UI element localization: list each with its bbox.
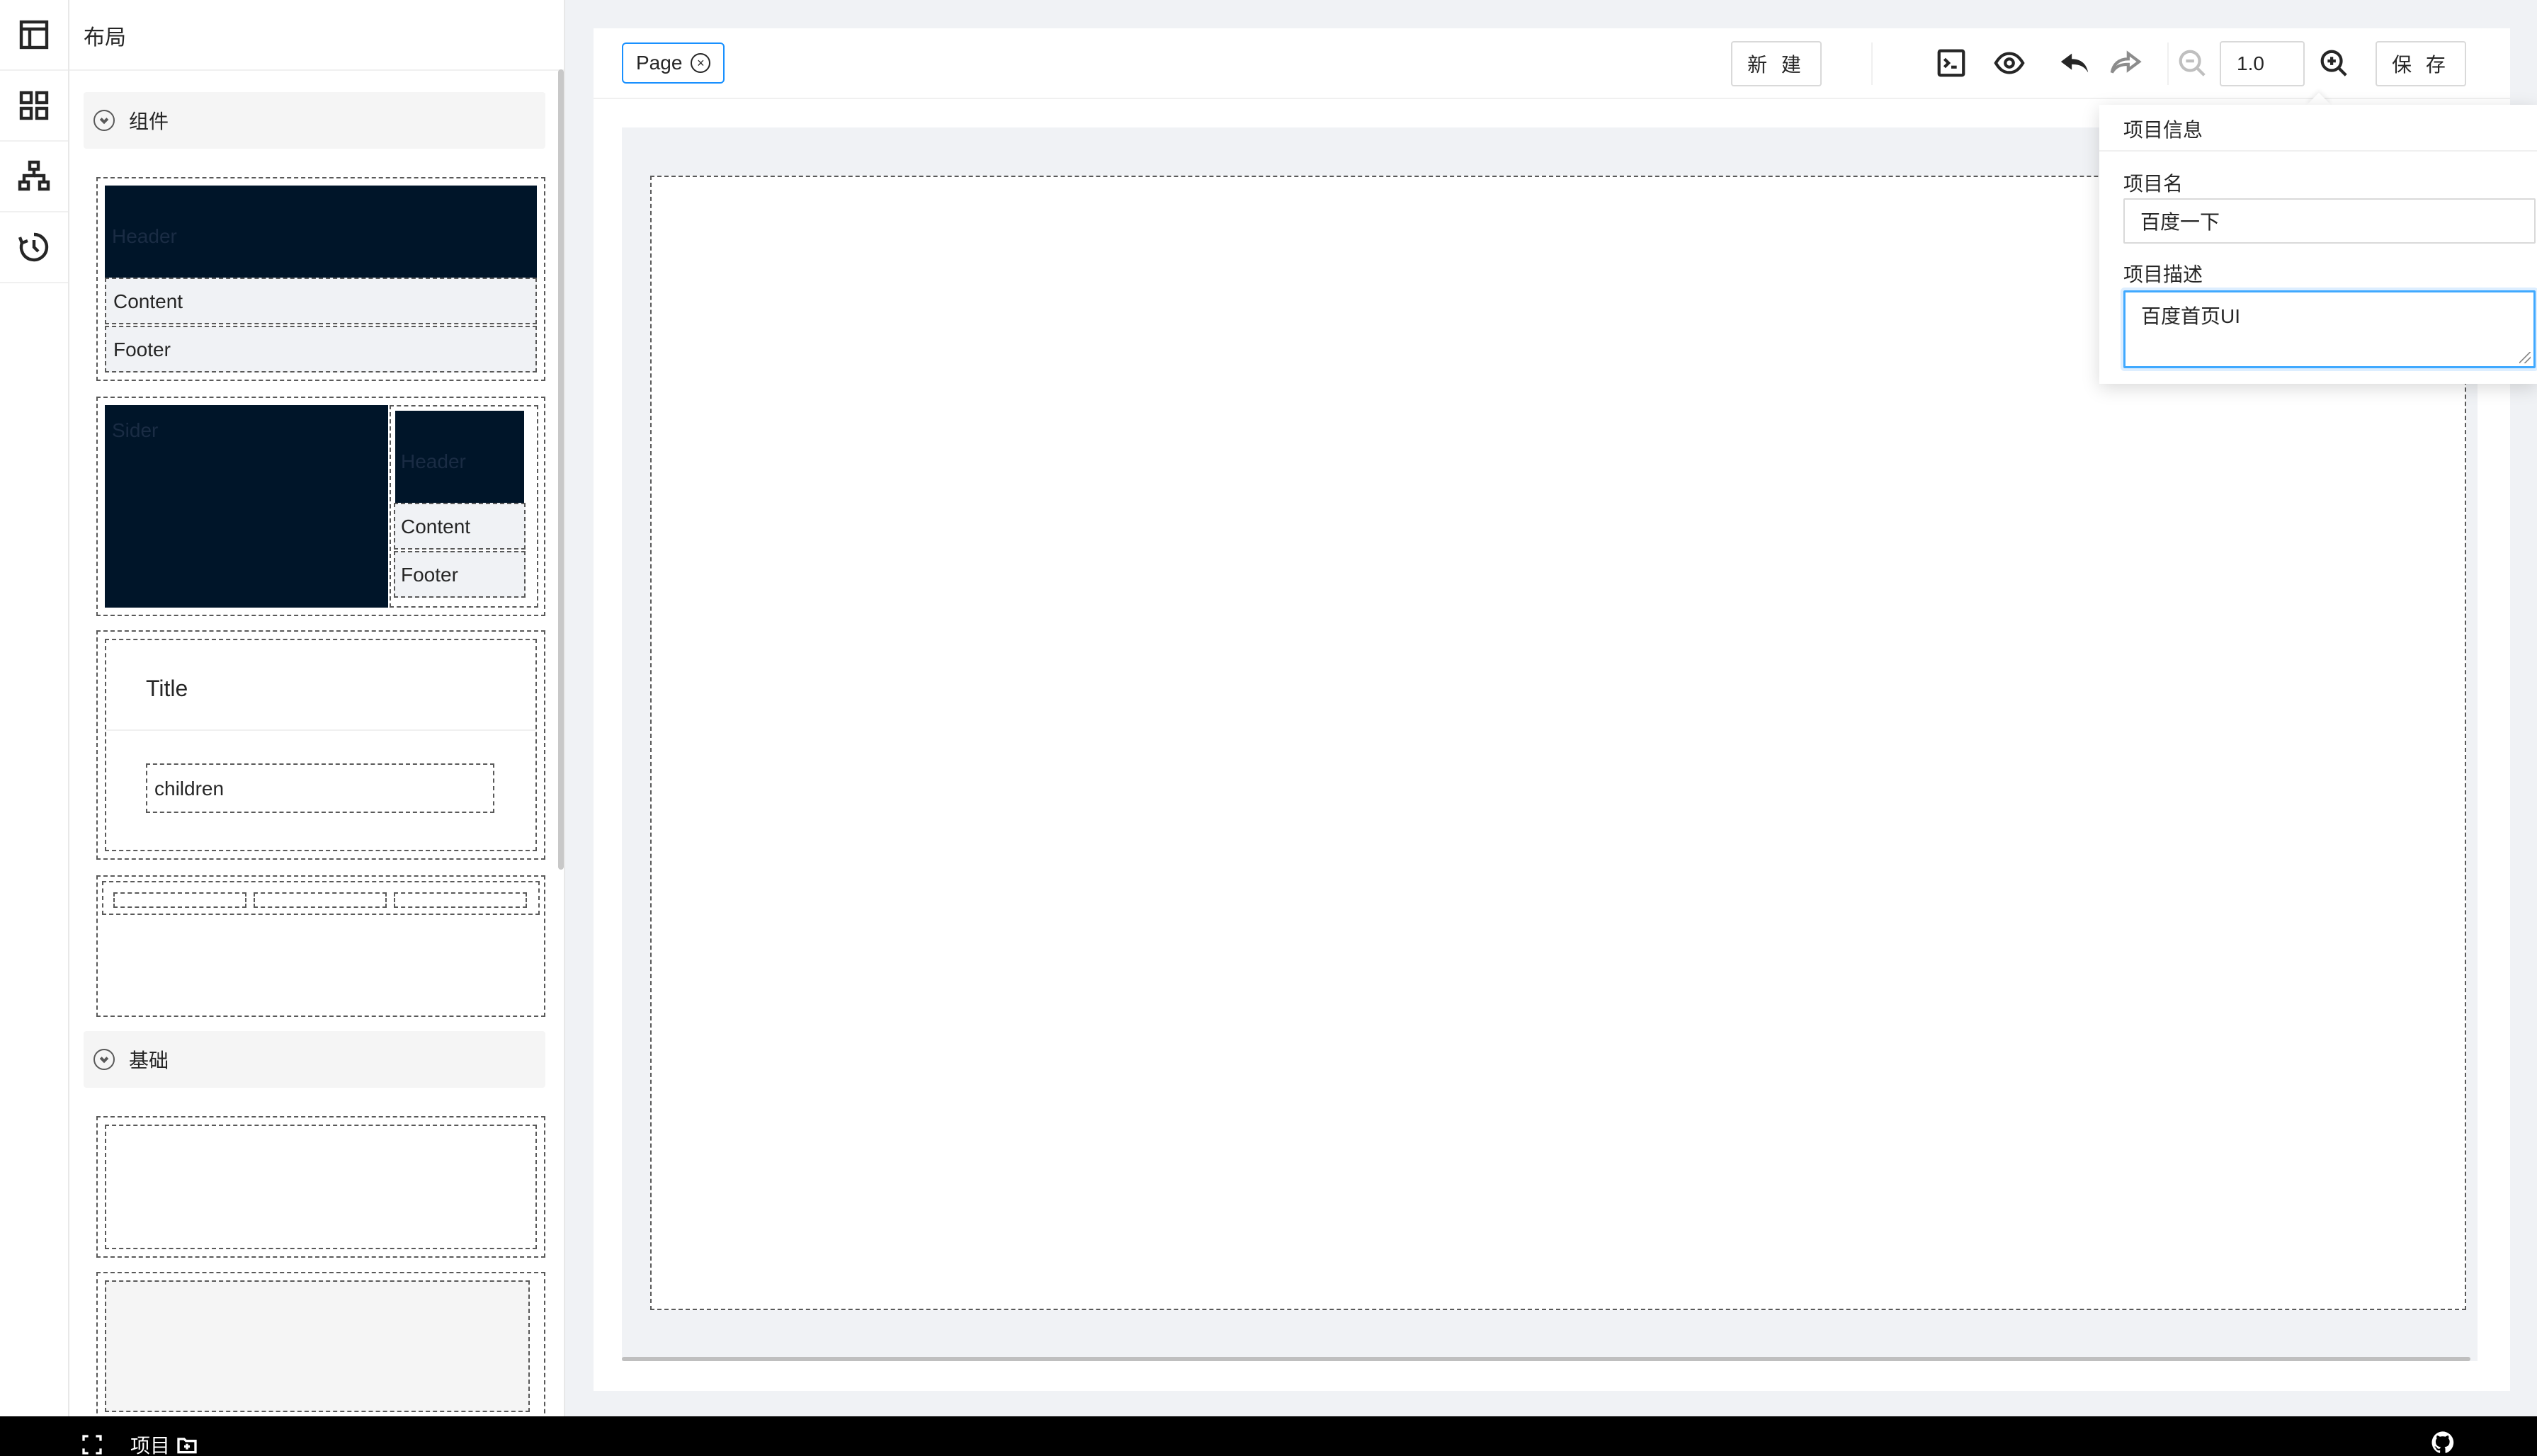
close-icon[interactable]: × [691,53,711,73]
folder-icon [177,1438,197,1454]
undo-icon [2060,53,2089,73]
collapse-components-header[interactable]: 组件 [84,92,545,149]
project-name-input[interactable]: 百度一下 [2123,198,2536,244]
preview-button[interactable] [1992,45,2027,81]
save-button[interactable]: 保 存 [2376,41,2466,86]
canvas-horizontal-scrollbar[interactable] [622,1357,2470,1361]
project-info-popover: 项目信息 项目名 百度一下 项目描述 百度首页UI [2099,105,2537,384]
history-rail-button[interactable] [0,212,68,283]
layout2-footer-block: Footer [394,551,526,598]
panel-title: 布局 [84,26,126,50]
zoom-out-icon [2179,50,2206,76]
layout-sider-block: Sider [105,405,388,608]
project-name-label: 项目名 [2123,173,2184,195]
layout-content-label: Content [113,290,183,312]
resize-handle-icon[interactable] [2519,352,2531,363]
layout-sider-header-content-footer[interactable]: Sider Header Content Footer [96,397,545,616]
icon-rail [0,0,69,1416]
tab-placeholder [394,892,527,908]
eye-icon [1994,52,2025,74]
popover-divider [2099,150,2537,152]
code-button[interactable] [1934,45,1969,81]
toolbar-separator [2167,42,2169,85]
tab-placeholder [113,892,246,908]
layout-sider-label: Sider [112,419,159,441]
github-link[interactable] [2431,1431,2455,1455]
tab-placeholder [254,892,387,908]
components-rail-button[interactable] [0,71,68,142]
toolbar-separator [1871,42,1873,85]
layout2-content-label: Content [401,516,471,538]
layout-header-block: Header [105,186,537,278]
project-button[interactable]: 项目 [130,1431,198,1456]
redo-icon [2110,50,2142,74]
collapse-components-label: 组件 [129,110,169,132]
collapse-basics-header[interactable]: 基础 [84,1031,545,1088]
layout-footer-label: Footer [113,339,171,360]
card-inner: Title children [105,639,537,851]
chevron-down-icon [93,1049,115,1070]
history-icon [18,232,49,262]
layout2-header-block: Header [395,411,524,503]
zoom-in-button[interactable] [2316,45,2351,81]
layout-header-label: Header [112,225,177,247]
status-bar: 项目 [0,1416,2537,1456]
basic-container-inner [105,1125,537,1249]
zoom-input[interactable]: 1.0 [2220,41,2305,86]
project-desc-textarea[interactable]: 百度首页UI [2123,290,2536,368]
layout2-content-block: Content [394,503,526,550]
layout-content-block: Content [105,278,537,324]
terminal-icon [1937,49,1965,77]
project-desc-label: 项目描述 [2123,263,2203,285]
layout-footer-block: Footer [105,326,537,372]
card-children-slot: children [146,763,494,813]
layout-icon [19,20,49,50]
project-desc-value: 百度首页UI [2141,305,2241,327]
project-label: 项目 [130,1435,171,1456]
layout2-header-label: Header [401,450,466,472]
tabs-component[interactable] [96,875,545,1017]
zoom-in-icon [2320,50,2347,76]
basic-block-component[interactable] [96,1272,545,1416]
layout-right-column: Header Content Footer [390,405,538,608]
undo-button[interactable] [2057,45,2092,81]
layout-header-content-footer[interactable]: Header Content Footer [96,177,545,381]
new-button[interactable]: 新 建 [1731,41,1822,86]
tree-structure-icon [18,160,50,191]
card-component[interactable]: Title children [96,630,545,860]
layout2-footer-label: Footer [401,564,458,586]
popover-title: 项目信息 [2123,119,2203,141]
tabs-bar [102,881,540,915]
panel-scrollbar[interactable] [558,69,564,870]
tree-rail-button[interactable] [0,142,68,212]
card-divider [106,729,535,731]
components-grid-icon [19,91,49,120]
page-tab[interactable]: Page × [622,42,725,84]
basic-container-component[interactable] [96,1116,545,1258]
card-title: Title [146,676,188,701]
fullscreen-icon [82,1435,102,1455]
layout-rail-button[interactable] [0,0,68,71]
github-icon [2431,1431,2454,1453]
divider [69,69,564,71]
collapse-basics-label: 基础 [129,1050,169,1071]
basic-block-inner [105,1280,530,1412]
fullscreen-button[interactable] [81,1433,103,1456]
card-children-label: children [154,778,225,800]
component-panel: 布局 组件 Header Content Footer Sider Header… [69,0,565,1416]
redo-button[interactable] [2108,45,2143,81]
toolbar-divider [594,98,2510,99]
chevron-down-icon [93,110,115,131]
page-tab-label: Page [636,52,683,74]
zoom-out-button[interactable] [2174,45,2210,81]
